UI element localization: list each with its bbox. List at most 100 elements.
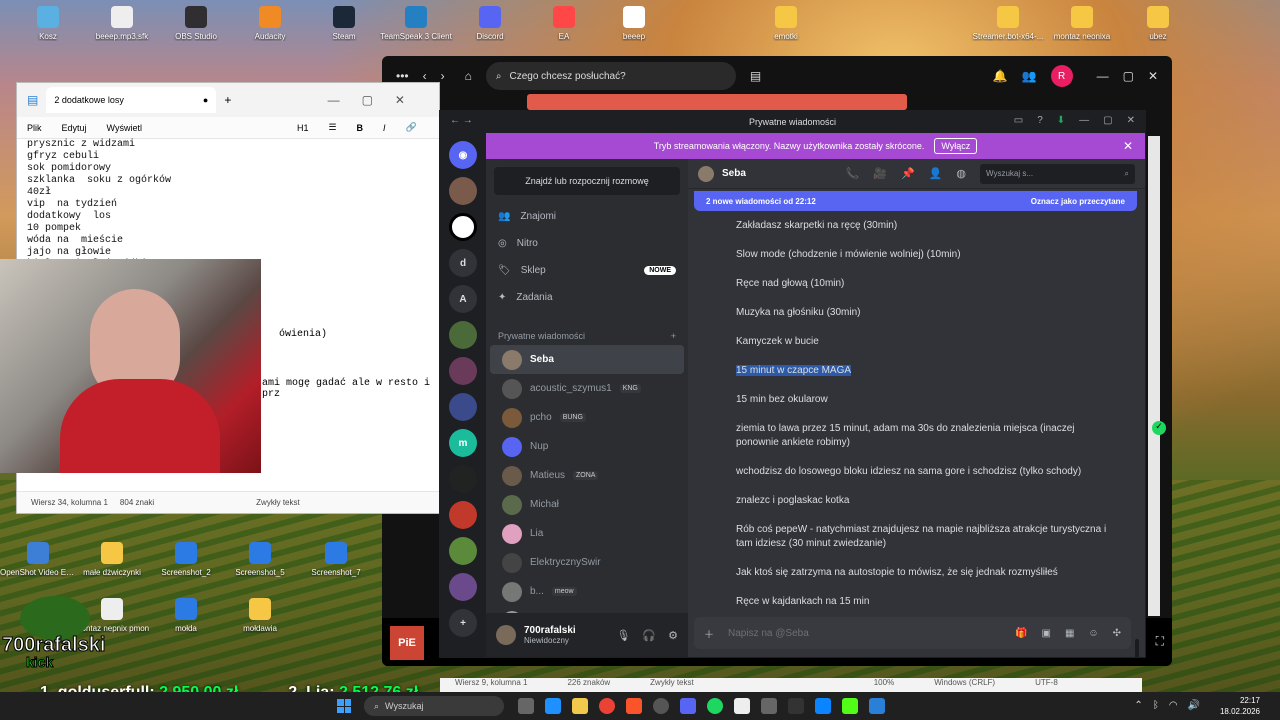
- gift-icon[interactable]: 🎁: [1015, 628, 1027, 639]
- desktop-icon[interactable]: beeep: [596, 6, 672, 41]
- server-a[interactable]: A: [449, 285, 477, 313]
- avatar[interactable]: [496, 625, 516, 645]
- heading-dropdown[interactable]: H1: [297, 123, 309, 133]
- video-icon[interactable]: 🎥: [873, 167, 887, 180]
- chat-search-input[interactable]: Wyszukaj s... ⌕: [980, 163, 1135, 184]
- menu-edit[interactable]: Edytuj: [62, 123, 87, 133]
- bell-icon[interactable]: 🔔: [993, 69, 1008, 83]
- bold-icon[interactable]: B: [357, 123, 364, 133]
- mic-icon[interactable]: 🎙: [616, 629, 630, 642]
- nav-item-2[interactable]: 🏷 Sklep NOWE: [486, 257, 688, 284]
- desktop-icon[interactable]: małe dżwiczynki: [74, 542, 150, 577]
- close-icon[interactable]: ✕: [1148, 69, 1158, 83]
- desktop-icon[interactable]: TeamSpeak 3 Client: [378, 6, 454, 41]
- dm-item[interactable]: Matieus ZONA: [490, 461, 684, 490]
- minimize-icon[interactable]: —: [1097, 69, 1109, 83]
- unsaved-dot-icon[interactable]: ●: [203, 95, 208, 105]
- server-icon[interactable]: [449, 321, 477, 349]
- download-icon[interactable]: ⬇: [1057, 115, 1065, 126]
- server-d[interactable]: d: [449, 249, 477, 277]
- bluetooth-icon[interactable]: ᛒ: [1153, 700, 1159, 711]
- forward-icon[interactable]: ›: [441, 69, 445, 83]
- brave-icon[interactable]: [626, 698, 642, 714]
- task-view-icon[interactable]: [518, 698, 534, 714]
- browse-icon[interactable]: ▤: [750, 69, 761, 83]
- help-icon[interactable]: ?: [1037, 115, 1043, 126]
- settings-icon[interactable]: ⚙: [668, 629, 678, 642]
- add-server-icon[interactable]: +: [449, 609, 477, 637]
- chrome-icon[interactable]: [599, 698, 615, 714]
- album-cover[interactable]: PiE: [390, 626, 424, 660]
- desktop-icon[interactable]: Discord: [452, 6, 528, 41]
- profile-icon[interactable]: ◍: [956, 167, 966, 180]
- explorer-icon[interactable]: [545, 698, 561, 714]
- obs-icon[interactable]: [653, 698, 669, 714]
- nav-item-0[interactable]: 👥 Znajomi: [486, 203, 688, 230]
- server-icon[interactable]: [449, 501, 477, 529]
- desktop-icon[interactable]: Steam: [306, 6, 382, 41]
- inbox-icon[interactable]: ▭: [1014, 115, 1023, 126]
- menu-file[interactable]: Plik: [27, 123, 42, 133]
- notepad-tab[interactable]: 2 dodatkowe losy ●: [46, 87, 217, 113]
- back-arrow-icon[interactable]: ← →: [450, 115, 473, 126]
- server-icon[interactable]: [449, 573, 477, 601]
- spotify-icon[interactable]: [707, 698, 723, 714]
- disable-streamer-button[interactable]: Wyłącz: [934, 138, 978, 154]
- kick-icon[interactable]: [842, 698, 858, 714]
- menu-view[interactable]: Wyświetl: [107, 123, 142, 133]
- desktop-icon[interactable]: Streamer.bot-x64-...: [970, 6, 1046, 41]
- dm-item[interactable]: Michał: [490, 490, 684, 519]
- dm-item[interactable]: Nup: [490, 432, 684, 461]
- wifi-icon[interactable]: ◠: [1169, 700, 1178, 711]
- app-icon[interactable]: [815, 698, 831, 714]
- menu-dots-icon[interactable]: •••: [396, 69, 409, 83]
- app-icon[interactable]: [761, 698, 777, 714]
- add-attachment-icon[interactable]: ＋: [704, 626, 714, 641]
- discord-home-icon[interactable]: ◉: [449, 141, 477, 169]
- chat-scrollbar[interactable]: [1135, 639, 1139, 657]
- add-friend-icon[interactable]: 👤: [929, 167, 943, 180]
- spotify-search-input[interactable]: ⌕ Czego chcesz posłuchać?: [485, 62, 736, 90]
- chevron-up-icon[interactable]: ⌃: [1134, 700, 1142, 711]
- window-controls[interactable]: —▢✕: [328, 93, 427, 107]
- start-icon[interactable]: [337, 699, 351, 713]
- notepad-text-area[interactable]: prysznic z widzami gfryz cebuli sok pomido…: [17, 139, 439, 271]
- desktop-icon[interactable]: montaz neonixa: [1044, 6, 1120, 41]
- headphones-icon[interactable]: 🎧: [642, 629, 656, 642]
- desktop-icon[interactable]: mołdawia: [222, 598, 298, 633]
- emoji-icon[interactable]: ☺: [1088, 628, 1098, 639]
- server-icon[interactable]: m: [449, 429, 477, 457]
- call-icon[interactable]: 📞: [846, 167, 860, 180]
- discord-icon[interactable]: [680, 698, 696, 714]
- desktop-icon[interactable]: Screenshot_5: [222, 542, 298, 577]
- desktop-icon[interactable]: Screenshot_7: [298, 542, 374, 577]
- server-icon[interactable]: [449, 177, 477, 205]
- pin-icon[interactable]: 📌: [901, 167, 915, 180]
- desktop-icon[interactable]: ubez: [1120, 6, 1196, 41]
- desktop-icon[interactable]: Screenshot_2: [148, 542, 224, 577]
- close-icon[interactable]: ✕: [1127, 115, 1135, 126]
- find-conversation-button[interactable]: Znajdź lub rozpocznij rozmowę: [494, 167, 680, 195]
- maximize-icon[interactable]: ▢: [1123, 69, 1134, 83]
- friends-icon[interactable]: 👥: [1022, 69, 1037, 83]
- dm-item[interactable]: Lia: [490, 519, 684, 548]
- server-icon[interactable]: [449, 465, 477, 493]
- clock[interactable]: 22:17 18.02.2026: [1220, 695, 1260, 717]
- back-icon[interactable]: ‹: [423, 69, 427, 83]
- fullscreen-icon[interactable]: ⛶: [1156, 634, 1164, 649]
- desktop-icon[interactable]: mołda: [148, 598, 224, 633]
- app-icon[interactable]: [734, 698, 750, 714]
- desktop-icon[interactable]: OpenShot Video Editor: [0, 542, 76, 577]
- desktop-icon[interactable]: Audacity: [232, 6, 308, 41]
- minimize-icon[interactable]: —: [1079, 115, 1089, 126]
- gif-icon[interactable]: ▣: [1041, 628, 1050, 639]
- desktop-icon[interactable]: emotki: [748, 6, 824, 41]
- mark-read-button[interactable]: Oznacz jako przeczytane: [1031, 197, 1125, 206]
- italic-icon[interactable]: I: [383, 123, 386, 133]
- app-icon[interactable]: [788, 698, 804, 714]
- server-icon[interactable]: [449, 213, 477, 241]
- dm-item[interactable]: ElektrycznySwir: [490, 548, 684, 577]
- close-banner-icon[interactable]: ✕: [1123, 139, 1133, 153]
- new-messages-bar[interactable]: 2 nowe wiadomości od 22:12 Oznacz jako pr…: [694, 191, 1137, 211]
- server-icon[interactable]: [449, 393, 477, 421]
